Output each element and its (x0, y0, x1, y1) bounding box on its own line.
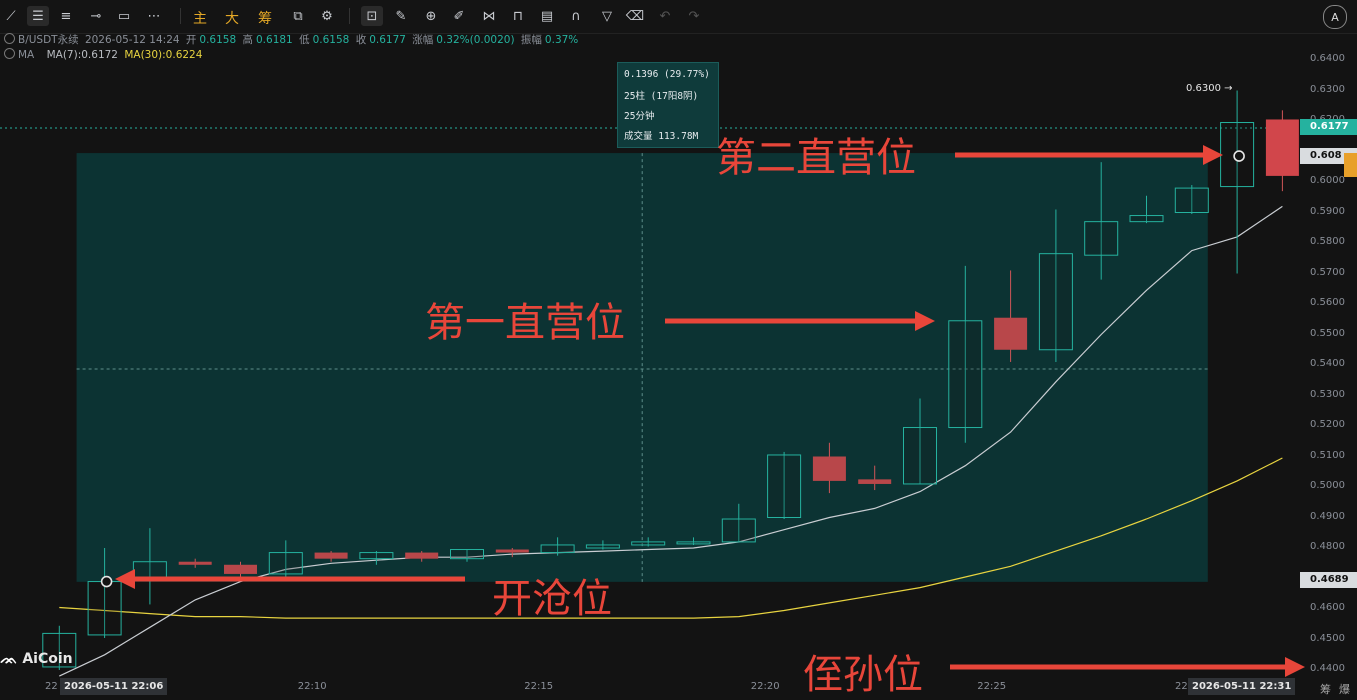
marker-point (100, 575, 113, 588)
candle-body-up (268, 552, 303, 575)
candle-body-down (178, 561, 212, 565)
y-tick-label: 0.5100 (1310, 449, 1345, 461)
footer-chip-burst[interactable]: 爆 (1339, 681, 1350, 697)
tooltip-bars: 25柱 (17阳8阴) (624, 91, 699, 102)
candle-body-up (948, 320, 983, 429)
candle-body-up (359, 552, 394, 560)
candle-body-down (314, 552, 348, 559)
x-tick-partial-left: 22 (45, 681, 58, 692)
candle-body-up (767, 454, 802, 519)
range-end-time: 2026-05-11 22:31 (1188, 678, 1296, 695)
annotation-stop: 侄孙位 (803, 652, 923, 698)
tooltip-change: 0.1396 (29.77%) (624, 69, 710, 80)
y-tick-label: 0.5700 (1310, 266, 1345, 278)
y-tick-label: 0.5200 (1310, 419, 1345, 430)
candle-body-up (450, 549, 484, 560)
tooltip-volume: 成交量 113.78M (624, 131, 699, 142)
last-price-tag: 0.6177 (1300, 119, 1357, 135)
y-tick-label: 0.5400 (1310, 358, 1345, 369)
high-mark-label: 0.6300 → (1186, 83, 1233, 94)
candle-body-down (994, 317, 1028, 350)
aicoin-logo: ᨏ AiCoin (0, 651, 73, 667)
y-tick-label: 0.6000 (1310, 175, 1345, 186)
x-tick-label: 22:25 (977, 681, 1007, 692)
y-tick-label: 0.4600 (1310, 602, 1345, 613)
measure-range-box (76, 153, 1208, 582)
candle-body-up (1038, 253, 1073, 351)
logo-text: AiCoin (22, 651, 73, 667)
side-badge[interactable] (1344, 153, 1357, 177)
candle-body-up (132, 561, 167, 579)
y-tick-label: 0.4400 (1310, 663, 1345, 674)
candle-body-down (405, 552, 439, 559)
candle-body-down (858, 479, 892, 484)
x-tick-label: 22:15 (524, 681, 554, 692)
candle-body-up (87, 581, 122, 636)
candle-body-up (585, 544, 620, 549)
x-tick-label: 22:10 (297, 681, 327, 692)
annotation-second: 第二直营位 (716, 135, 916, 181)
marker-point (1233, 150, 1245, 162)
y-tick-label: 0.6300 (1310, 83, 1345, 95)
y-tick-label: 0.5900 (1310, 205, 1345, 217)
annotation-open: 开沧位 (492, 576, 612, 622)
y-tick-label: 0.4800 (1310, 541, 1345, 552)
arrow-second-head (1203, 145, 1223, 165)
y-tick-label: 0.4500 (1310, 632, 1345, 644)
candle-body-up (1084, 221, 1119, 256)
x-tick-label: 22:20 (750, 681, 780, 692)
annotation-first: 第一直营位 (425, 300, 625, 346)
candle-body-down (812, 456, 846, 481)
measure-tooltip: 0.1396 (29.77%) 25柱 (17阳8阴) 25分钟 成交量 113… (617, 62, 719, 148)
footer-chip-chips[interactable]: 筹 (1320, 681, 1331, 697)
y-tick-label: 0.5000 (1310, 480, 1345, 491)
y-tick-label: 0.5500 (1310, 327, 1345, 339)
y-tick-label: 0.5600 (1310, 297, 1345, 308)
x-tick-partial-right: 22 (1175, 681, 1188, 692)
range-start-time: 2026-05-11 22:06 (60, 678, 168, 695)
candle-body-up (540, 544, 575, 554)
candle-body-down (495, 549, 529, 553)
candle-body-up (1174, 187, 1209, 214)
candle-body-up (1129, 215, 1164, 223)
logo-mark-icon: ᨏ (0, 651, 18, 667)
arrow-stop-head (1285, 657, 1305, 677)
y-tick-label: 0.5800 (1310, 236, 1345, 247)
y-tick-label: 0.6400 (1310, 53, 1345, 64)
candle-body-up (676, 541, 711, 545)
candle-body-down (1265, 119, 1299, 176)
y-tick-label: 0.4900 (1310, 510, 1345, 522)
tooltip-duration: 25分钟 (624, 111, 655, 122)
candle-body-down (224, 564, 257, 574)
candle-body-up (721, 518, 756, 543)
candle-body-up (903, 427, 937, 485)
range-low-tag: 0.4689 (1300, 572, 1357, 588)
y-tick-label: 0.5300 (1310, 388, 1345, 400)
candle-body-up (631, 541, 666, 546)
